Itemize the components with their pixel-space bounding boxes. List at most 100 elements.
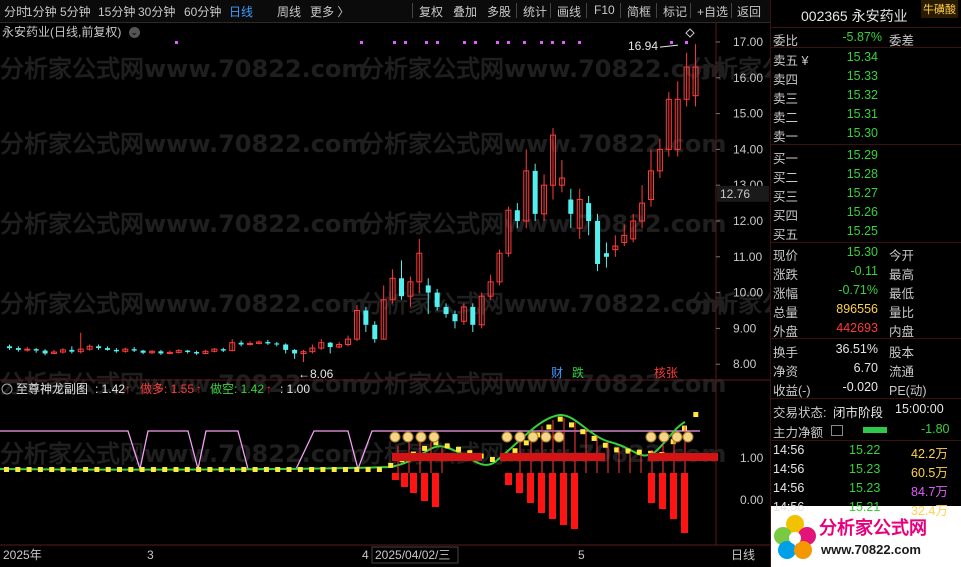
signal-dot-yellow (546, 424, 552, 430)
sub-y-label: 1.00 (740, 451, 764, 465)
toolbar-item-11[interactable]: 多股 (487, 3, 511, 20)
stat2-row-2-value: -0.020 (842, 380, 878, 394)
money-bag-icon (415, 431, 427, 443)
toolbar-item-0[interactable]: 分时 (4, 3, 28, 20)
event-tag: 财 (551, 366, 563, 380)
money-bag-icon (428, 431, 440, 443)
y-axis-label: 16.00 (733, 71, 763, 85)
money-bag-icon (553, 431, 565, 443)
signal-dot-yellow (591, 435, 597, 441)
stock-code: 002365 (801, 8, 848, 24)
volume-bar-red (432, 473, 439, 507)
x-axis-label: 3 (147, 548, 154, 562)
toolbar-item-2[interactable]: 5分钟 (60, 3, 91, 20)
toolbar-item-15[interactable]: 简框 (627, 3, 651, 20)
signal-dot-yellow (263, 467, 269, 472)
stat-row-4-label2: 内盘 (889, 325, 915, 339)
stat2-row-2-label2: PE(动) (889, 384, 927, 398)
signal-dot (507, 41, 510, 44)
volume-bar-red (410, 473, 417, 493)
signal-dot-yellow (636, 449, 642, 455)
bid-row-4: 买五 15.25 (771, 222, 961, 242)
ask-row-4-label: 卖一 (773, 130, 799, 144)
toolbar-item-9[interactable]: 复权 (419, 3, 443, 20)
concept-badge[interactable]: 牛磺酸 (921, 0, 958, 18)
signal-dot (685, 41, 688, 44)
chevron-down-icon[interactable]: ⌄ (128, 27, 140, 39)
tick-time: 14:56 (773, 481, 805, 495)
bid-row-3: 买四 15.26 (771, 203, 961, 223)
toolbar-item-3[interactable]: 15分钟 (98, 3, 135, 20)
toolbar-separator (516, 3, 517, 18)
main-flow-value: -1.80 (921, 422, 950, 436)
candle-down (220, 349, 226, 351)
signal-dot-yellow (523, 440, 529, 446)
signal-dot-yellow (83, 467, 89, 472)
signal-dot-yellow (388, 462, 394, 468)
toolbar-item-13[interactable]: 画线 (557, 3, 581, 20)
y-axis-label: 10.00 (733, 286, 763, 300)
trade-time: 15:00:00 (895, 402, 944, 416)
signal-dot-yellow (139, 467, 145, 472)
volume-bar-red (421, 473, 428, 501)
sub-short-label: 做空: 1.42 (210, 381, 264, 396)
candle-down (603, 253, 609, 257)
candle-down (532, 170, 538, 214)
toolbar-item-4[interactable]: 30分钟 (138, 3, 175, 20)
toolbar-item-12[interactable]: 统计 (523, 3, 547, 20)
tick-price: 15.23 (849, 481, 881, 495)
candle-down (42, 350, 48, 354)
bid-row-4-label: 买五 (773, 228, 799, 242)
toolbar-item-18[interactable]: 返回 (737, 3, 761, 20)
toolbar-item-7[interactable]: 周线 (277, 3, 301, 20)
signal-dot-yellow (557, 416, 563, 422)
signal-dot-yellow (320, 467, 326, 472)
signal-dot-yellow (117, 467, 122, 472)
candle-down (425, 285, 431, 293)
bid-row-0: 买一 15.29 (771, 146, 961, 166)
stock-header: 002365 永安药业 (801, 6, 908, 26)
signal-dot (540, 41, 543, 44)
trade-status-label: 交易状态: (773, 406, 827, 420)
toolbar-item-14[interactable]: F10 (594, 3, 615, 17)
volume-bar-red (648, 473, 655, 503)
signal-dot-yellow (580, 429, 586, 435)
low-annotation: ←8.06 (298, 367, 334, 381)
volume-bar-red (659, 473, 666, 509)
stat-row-4-label: 外盘 (773, 325, 799, 339)
toolbar-item-10[interactable]: 叠加 (453, 3, 477, 20)
toolbar-item-1[interactable]: 1分钟 (26, 3, 57, 20)
signal-dot-yellow (422, 445, 428, 451)
signal-dot-yellow (602, 442, 608, 448)
toolbar-item-8[interactable]: 更多 〉 (310, 3, 349, 20)
candle-down (363, 310, 369, 325)
toolbar-item-16[interactable]: 标记 (663, 3, 687, 20)
toolbar-item-6[interactable]: 日线 (229, 3, 253, 20)
toolbar-item-5[interactable]: 60分钟 (184, 3, 221, 20)
candle-down (399, 278, 405, 297)
volume-bar-red (670, 473, 677, 519)
signal-dot-yellow (252, 467, 258, 472)
event-tag: 核张 (654, 366, 678, 380)
candle-down (283, 344, 289, 350)
signal-dot-yellow (331, 467, 337, 472)
stock-name: 永安药业 (851, 8, 908, 24)
toolbar-item-17[interactable]: +自选 (697, 3, 728, 20)
flower-logo-icon (774, 515, 816, 559)
signal-dot (578, 41, 581, 44)
signal-dot-yellow (614, 447, 620, 453)
toolbar-separator (586, 3, 587, 18)
candle-down (6, 346, 12, 349)
sub-chart-value: : 1.42 (95, 382, 125, 396)
signal-dot-yellow (693, 412, 699, 418)
ask-row-0-value: 15.34 (846, 50, 878, 64)
kline-chart[interactable]: 分析家公式网www.70822.com分析家公式网www.70822.com分析… (0, 22, 770, 567)
list-icon[interactable] (831, 425, 843, 436)
bid-row-2-value: 15.27 (846, 186, 878, 200)
toolbar-separator (412, 3, 413, 18)
signal-band (392, 453, 482, 461)
toolbar-separator (656, 3, 657, 18)
watermark-text: 分析家公式网www.70822.com (0, 130, 366, 158)
tick-row: 14:56 15.23 84.7万 (771, 479, 961, 499)
bid-row-4-value: 15.25 (846, 224, 878, 238)
